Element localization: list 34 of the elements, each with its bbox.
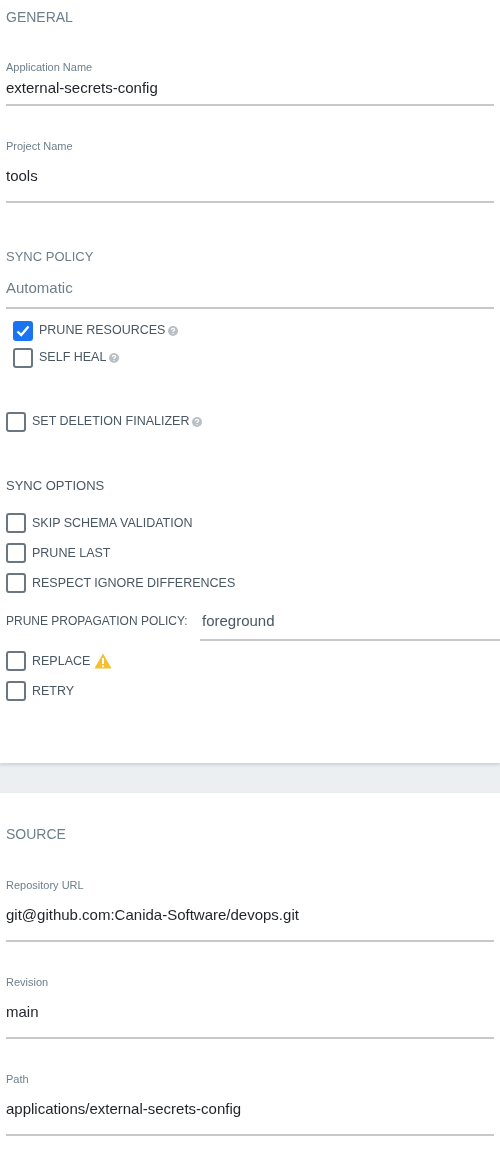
field-label: Application Name (6, 60, 94, 74)
dropdown-field[interactable]: Automatic (6, 264, 494, 309)
checkbox[interactable] (6, 513, 26, 533)
checkbox-label: RESPECT IGNORE DIFFERENCES (32, 574, 236, 592)
input-field[interactable]: applications/external-secrets-config (6, 1086, 494, 1136)
field-label: Project Name (6, 139, 74, 153)
checkbox-label: PRUNE RESOURCES (39, 322, 166, 340)
section-subtitle: SYNC OPTIONS (6, 478, 106, 494)
checkbox-label: SELF HEAL (39, 349, 107, 367)
section-title: GENERAL (6, 8, 74, 27)
checkbox[interactable] (13, 320, 33, 341)
section-subtitle: SYNC POLICY (6, 250, 95, 264)
input-field[interactable]: git@github.com:Canida-Software/devops.git (6, 892, 494, 942)
checkbox[interactable] (6, 681, 26, 701)
checkbox-label: SET DELETION FINALIZER (32, 413, 190, 431)
field-label: Path (6, 1072, 30, 1086)
input-field[interactable]: external-secrets-config (6, 74, 494, 106)
checkmark-icon (16, 324, 30, 337)
checkbox-label: RETRY (32, 682, 75, 700)
field-label: Revision (6, 975, 50, 989)
field-label: PRUNE PROPAGATION POLICY: (6, 613, 188, 628)
checkbox[interactable] (6, 651, 26, 671)
checkbox-label: REPLACE (32, 652, 91, 670)
checkbox-label: SKIP SCHEMA VALIDATION (32, 514, 193, 532)
checkbox[interactable] (6, 411, 26, 432)
checkbox-label: PRUNE LAST (32, 544, 111, 562)
field-label: Repository URL (6, 878, 85, 892)
input-field[interactable]: tools (6, 153, 494, 203)
checkbox[interactable] (6, 573, 26, 593)
checkbox[interactable] (13, 347, 33, 368)
checkbox[interactable] (6, 543, 26, 563)
section-title: SOURCE (6, 826, 67, 842)
input-field[interactable]: main (6, 989, 494, 1039)
dropdown-field[interactable]: foreground (200, 598, 500, 641)
